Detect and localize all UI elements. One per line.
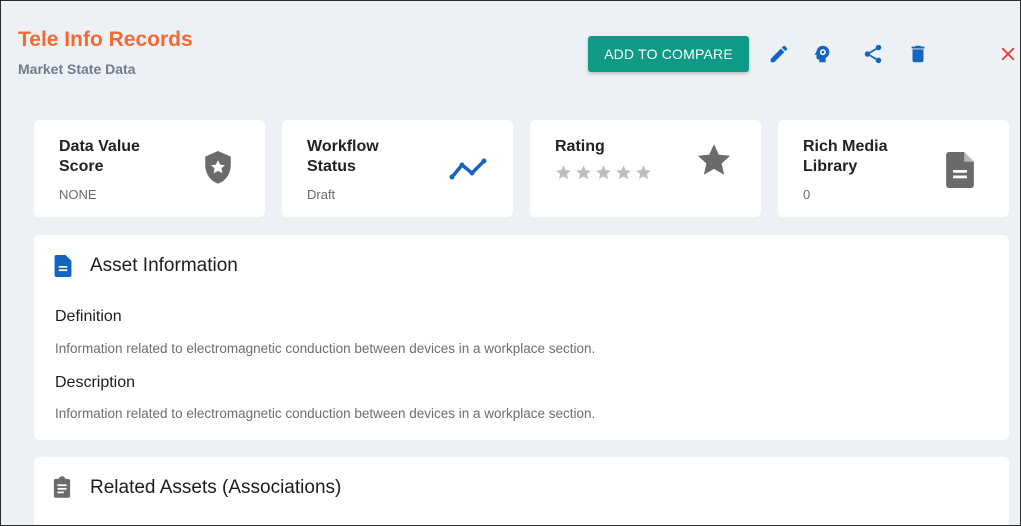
rating-star-icon[interactable] xyxy=(575,164,592,181)
stat-title: Data Value Score xyxy=(59,138,140,175)
document-icon xyxy=(945,150,975,190)
rating-star-icon[interactable] xyxy=(635,164,652,181)
lightbulb-head-icon[interactable] xyxy=(809,41,835,67)
star-icon xyxy=(694,140,734,180)
description-text: Information related to electromagnetic c… xyxy=(55,406,596,421)
rich-media-library-card: Rich Media Library 0 xyxy=(778,120,1009,217)
clipboard-icon xyxy=(53,476,73,500)
description-label: Description xyxy=(55,374,136,391)
stat-title: Rating xyxy=(555,138,605,155)
section-heading: Related Assets (Associations) xyxy=(90,477,342,498)
add-to-compare-button[interactable]: ADD TO COMPARE xyxy=(588,36,749,72)
rating-stars[interactable] xyxy=(555,164,652,181)
shield-star-icon xyxy=(200,148,236,188)
section-heading: Asset Information xyxy=(90,255,238,276)
page-title: Tele Info Records xyxy=(18,28,193,51)
rating-star-icon[interactable] xyxy=(595,164,612,181)
definition-label: Definition xyxy=(55,308,122,325)
share-icon[interactable] xyxy=(860,41,886,67)
trend-line-icon xyxy=(448,154,488,184)
close-icon[interactable] xyxy=(995,41,1020,67)
definition-text: Information related to electromagnetic c… xyxy=(55,341,596,356)
workflow-status-card: Workflow Status Draft xyxy=(282,120,513,217)
related-assets-section: Related Assets (Associations) xyxy=(34,457,1009,525)
rating-star-icon[interactable] xyxy=(555,164,572,181)
document-icon xyxy=(54,255,74,279)
stat-value: Draft xyxy=(307,187,336,202)
stat-value: 0 xyxy=(803,187,811,202)
rating-star-icon[interactable] xyxy=(615,164,632,181)
stat-title: Rich Media Library xyxy=(803,138,888,175)
edit-icon[interactable] xyxy=(766,41,792,67)
asset-information-section: Asset Information Definition Information… xyxy=(34,235,1009,440)
delete-icon[interactable] xyxy=(905,41,931,67)
asset-details-panel: Tele Info Records Market State Data ADD … xyxy=(0,0,1021,526)
stat-title: Workflow Status xyxy=(307,138,379,175)
rating-card: Rating xyxy=(530,120,761,217)
data-value-score-card: Data Value Score NONE xyxy=(34,120,265,217)
stat-value: NONE xyxy=(59,187,97,202)
page-subtitle: Market State Data xyxy=(18,61,136,77)
